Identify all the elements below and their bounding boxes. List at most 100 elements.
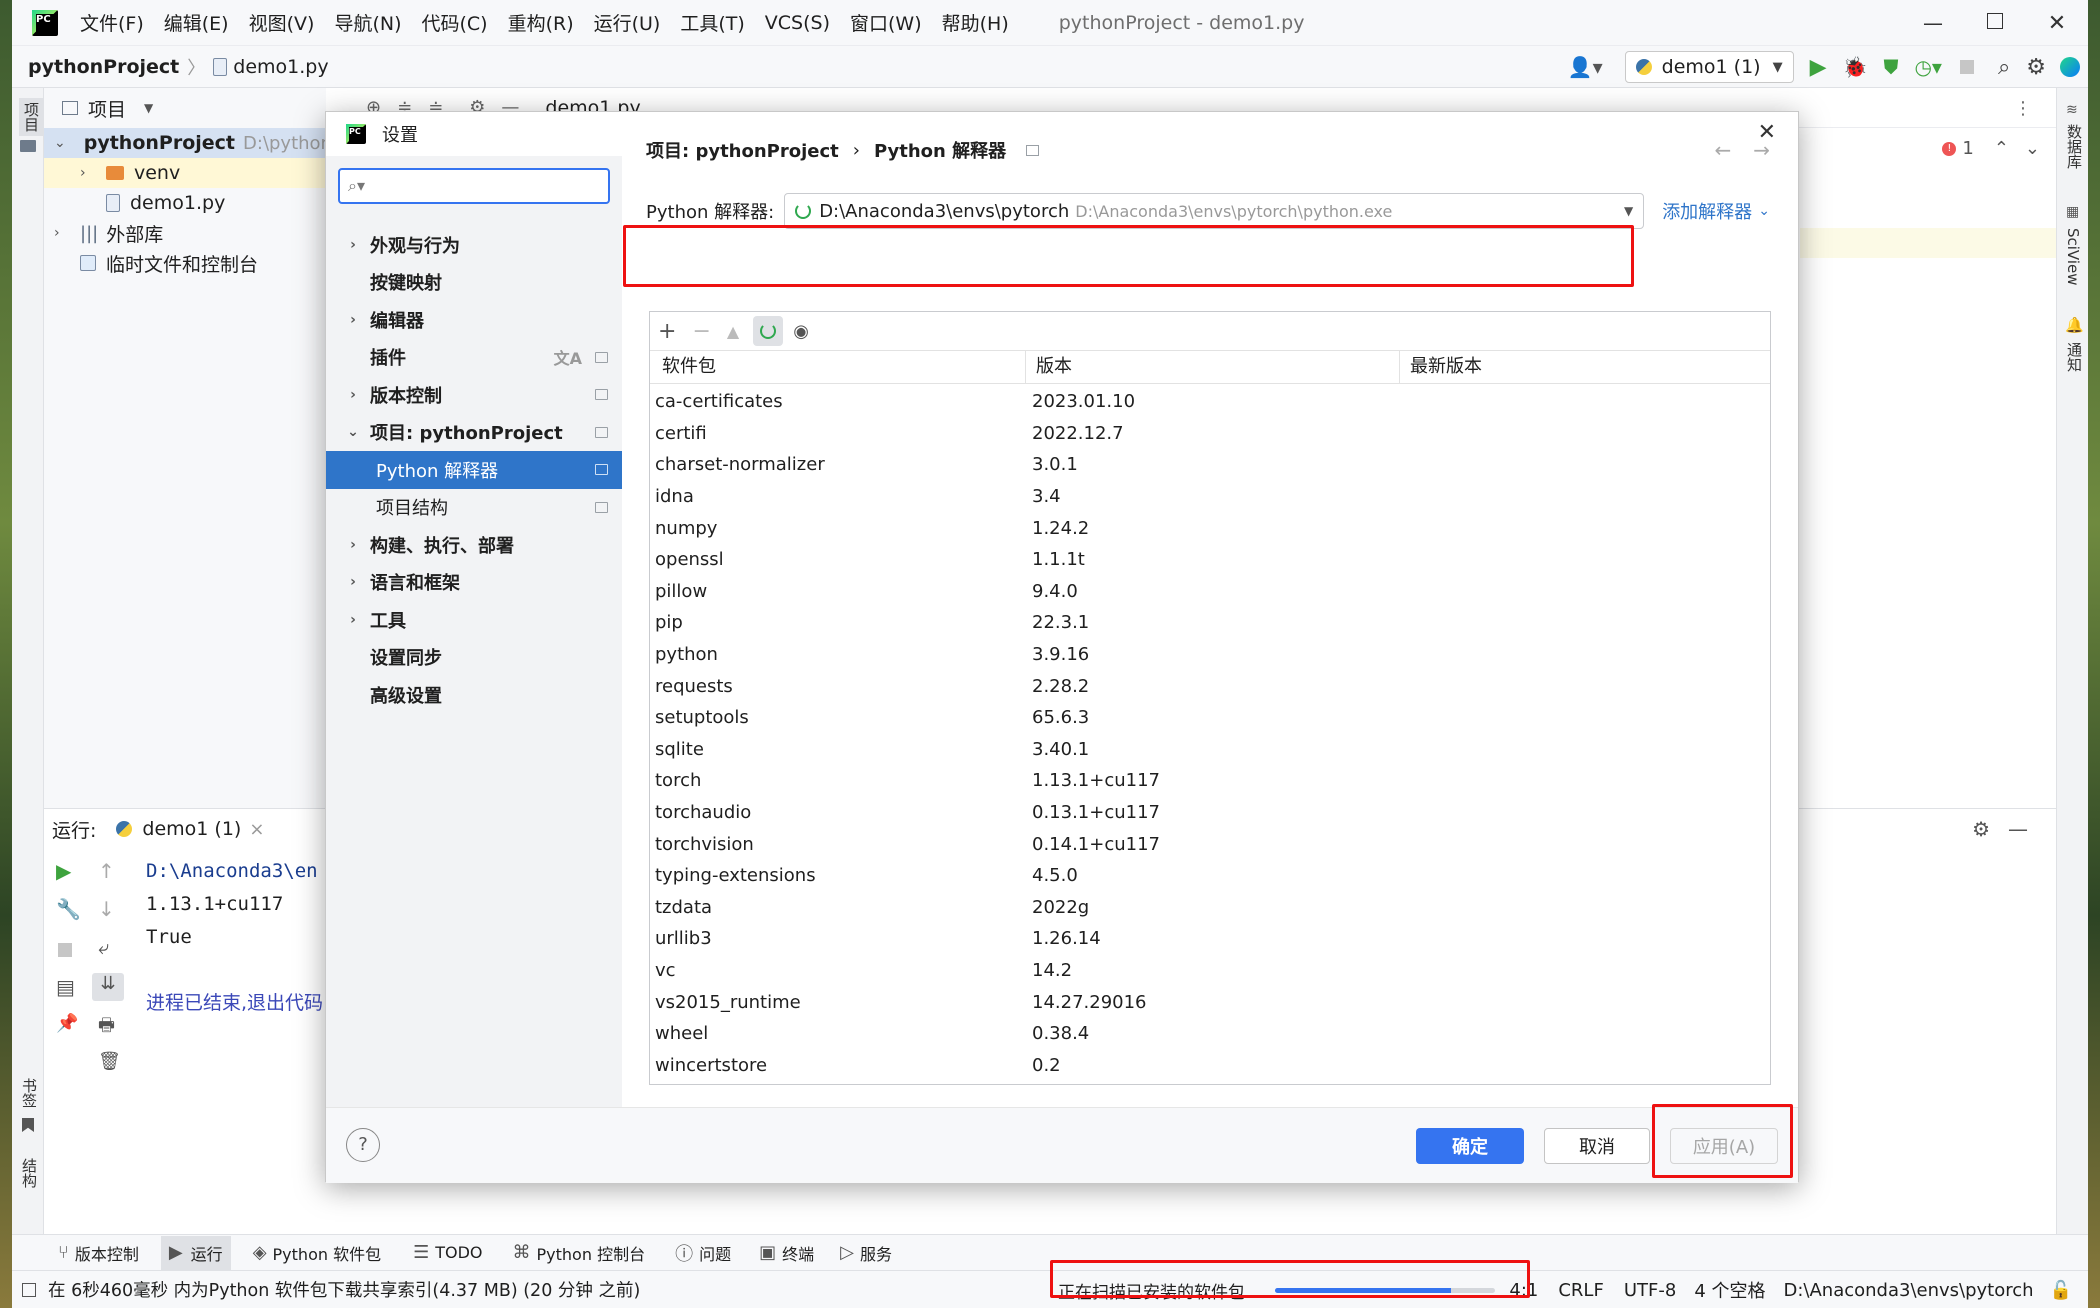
settings-nav-item[interactable]: › 语言和框架: [326, 564, 622, 602]
jetbrains-ai-icon[interactable]: [2060, 57, 2080, 77]
settings-nav-item[interactable]: › 工具: [326, 601, 622, 639]
breadcrumb-project[interactable]: pythonProject: [28, 56, 179, 78]
package-row[interactable]: typing-extensions 4.5.0: [650, 860, 1770, 892]
column-header[interactable]: 版本: [1026, 350, 1400, 384]
chevron-right-icon[interactable]: ›: [80, 165, 98, 181]
settings-nav-item[interactable]: › 编辑器: [326, 301, 622, 339]
tool-tab-services[interactable]: 服务: [860, 1241, 892, 1265]
menu-item[interactable]: 运行(U): [594, 9, 661, 36]
package-row[interactable]: wheel 0.38.4: [650, 1018, 1770, 1050]
settings-nav-item[interactable]: › 外观与行为: [326, 226, 622, 264]
settings-search-input[interactable]: [371, 177, 571, 195]
user-icon[interactable]: 👤▾: [1568, 55, 1603, 79]
package-row[interactable]: torchvision 0.14.1+cu117: [650, 828, 1770, 860]
package-row[interactable]: numpy 1.24.2: [650, 512, 1770, 544]
indent-setting[interactable]: 4 个空格: [1694, 1277, 1765, 1303]
chevron-right-icon[interactable]: ›: [346, 387, 360, 403]
debug-icon[interactable]: 🐞: [1843, 55, 1868, 79]
database-tool-tab[interactable]: 数据库: [2064, 124, 2085, 169]
settings-nav-item[interactable]: 插件 文A: [326, 339, 622, 377]
package-row[interactable]: pillow 9.4.0: [650, 576, 1770, 608]
chevron-down-icon[interactable]: ⌄: [1758, 203, 1770, 219]
menu-item[interactable]: 导航(N): [334, 9, 401, 36]
package-row[interactable]: vs2015_runtime 14.27.29016: [650, 986, 1770, 1018]
package-row[interactable]: requests 2.28.2: [650, 670, 1770, 702]
chevron-right-icon[interactable]: ›: [346, 612, 360, 628]
forward-arrow-icon[interactable]: →: [1753, 138, 1770, 162]
interpreter-select[interactable]: D:\Anaconda3\envs\pytorch D:\Anaconda3\e…: [784, 193, 1645, 229]
trash-icon[interactable]: 🗑: [98, 1051, 121, 1072]
chevron-right-icon[interactable]: [346, 688, 360, 702]
package-row[interactable]: torchaudio 0.13.1+cu117: [650, 797, 1770, 829]
pin-icon[interactable]: 📌: [56, 1013, 78, 1034]
tool-tab-todo[interactable]: TODO: [435, 1243, 482, 1262]
tool-tab-problems[interactable]: 问题: [699, 1241, 731, 1265]
close-tab-icon[interactable]: ×: [249, 819, 264, 840]
menu-item[interactable]: 视图(V): [249, 9, 315, 36]
tool-tab-run-wrapper[interactable]: ▶ 运行: [160, 1235, 231, 1270]
scroll-to-end-icon[interactable]: ⇊: [92, 973, 124, 1001]
menu-item[interactable]: 帮助(H): [942, 9, 1009, 36]
package-row[interactable]: openssl 1.1.1t: [650, 544, 1770, 576]
wrench-icon[interactable]: 🔧: [56, 897, 81, 921]
remove-package-icon[interactable]: −: [692, 319, 710, 344]
upgrade-package-icon[interactable]: ▲: [727, 322, 739, 341]
chevron-right-icon[interactable]: [346, 275, 360, 289]
layout-icon[interactable]: ▤: [56, 975, 75, 999]
ok-button[interactable]: 确定: [1416, 1128, 1524, 1164]
editor-menu-icon[interactable]: ⋮: [2014, 98, 2032, 119]
menu-item[interactable]: VCS(S): [765, 12, 830, 34]
chevron-right-icon[interactable]: ›: [346, 312, 360, 328]
chevron-right-icon[interactable]: ›: [54, 225, 72, 241]
chevron-right-icon[interactable]: ›: [346, 237, 360, 253]
line-separator[interactable]: CRLF: [1558, 1280, 1603, 1301]
lock-icon[interactable]: 🔓: [2050, 1280, 2072, 1301]
refresh-icon[interactable]: [753, 316, 784, 346]
project-tree-row-venv[interactable]: › venv: [44, 158, 326, 188]
run-settings-gear-icon[interactable]: ⚙: [1972, 817, 1990, 841]
settings-nav-item[interactable]: 设置同步: [326, 639, 622, 677]
package-row[interactable]: charset-normalizer 3.0.1: [650, 449, 1770, 481]
run-icon[interactable]: ▶: [1810, 55, 1827, 80]
column-header[interactable]: 最新版本: [1400, 350, 1482, 384]
search-icon[interactable]: ⌕: [1998, 55, 2010, 80]
rerun-icon[interactable]: ▶: [56, 859, 71, 883]
soft-wrap-icon[interactable]: ⤶: [98, 935, 109, 959]
chevron-right-icon[interactable]: [346, 350, 360, 364]
chevron-down-icon[interactable]: ▼: [144, 101, 153, 115]
settings-gear-icon[interactable]: ⚙: [2026, 55, 2046, 80]
column-header[interactable]: 软件包: [650, 350, 1026, 384]
package-row[interactable]: wincertstore 0.2: [650, 1049, 1770, 1081]
breadcrumb-file[interactable]: demo1.py: [233, 56, 328, 78]
close-window-button[interactable]: ✕: [2026, 11, 2088, 36]
settings-nav-item[interactable]: 项目结构: [326, 489, 622, 527]
profile-icon[interactable]: ◷▾: [1914, 55, 1942, 79]
help-button[interactable]: ?: [346, 1128, 380, 1162]
coverage-icon[interactable]: ⛊: [1883, 55, 1898, 79]
chevron-right-icon[interactable]: ›: [346, 537, 360, 553]
package-row[interactable]: idna 3.4: [650, 481, 1770, 513]
menu-item[interactable]: 重构(R): [508, 9, 574, 36]
project-tree-row-external[interactable]: › ||| 外部库: [44, 218, 326, 248]
tool-tab-run[interactable]: 运行: [191, 1241, 223, 1265]
chevron-down-icon[interactable]: ⌄: [2025, 138, 2040, 159]
add-interpreter-link[interactable]: 添加解释器: [1662, 198, 1752, 224]
chevron-right-icon[interactable]: ›: [346, 574, 360, 590]
run-tab[interactable]: demo1 (1): [142, 818, 241, 840]
interpreter-status[interactable]: D:\Anaconda3\envs\pytorch: [1784, 1280, 2034, 1301]
package-row[interactable]: urllib3 1.26.14: [650, 923, 1770, 955]
settings-nav-item[interactable]: 按键映射: [326, 264, 622, 302]
settings-nav-item[interactable]: 高级设置: [326, 676, 622, 714]
project-panel-header[interactable]: 项目: [88, 95, 126, 122]
package-row[interactable]: tzdata 2022g: [650, 892, 1770, 924]
stop-icon[interactable]: [1959, 60, 1974, 74]
eye-icon[interactable]: ◉: [793, 321, 809, 342]
menu-item[interactable]: 工具(T): [680, 9, 744, 36]
status-message[interactable]: 在 6秒460毫秒 内为Python 软件包下载共享索引(4.37 MB) (2…: [48, 1277, 640, 1302]
menu-item[interactable]: 文件(F): [80, 9, 144, 36]
back-arrow-icon[interactable]: ←: [1714, 138, 1731, 162]
tool-tab-terminal[interactable]: 终端: [782, 1241, 814, 1265]
package-row[interactable]: python 3.9.16: [650, 639, 1770, 671]
chevron-down-icon[interactable]: ⌄: [346, 424, 360, 440]
project-tree-row-root[interactable]: ⌄ pythonProject D:\python: [44, 128, 332, 158]
